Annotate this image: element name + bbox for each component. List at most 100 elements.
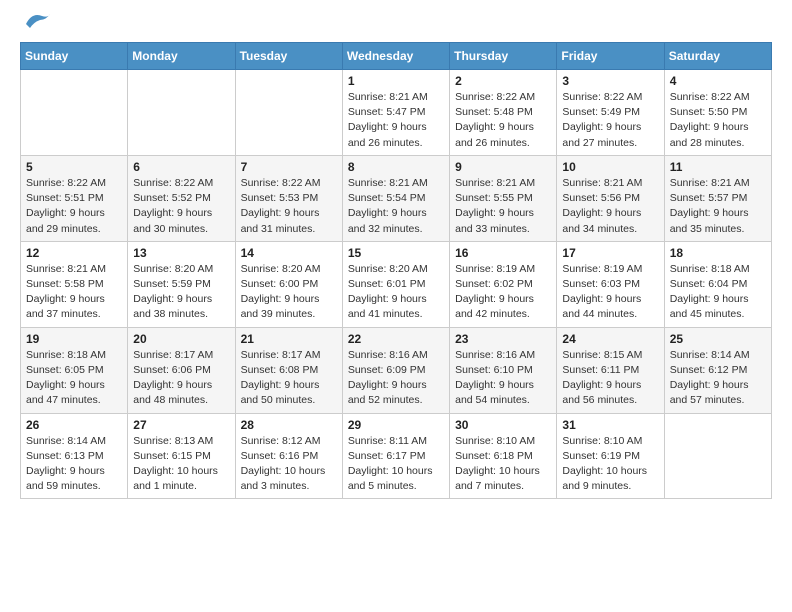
day-info: Sunrise: 8:22 AM Sunset: 5:48 PM Dayligh… [455,90,551,151]
calendar-header-sunday: Sunday [21,43,128,70]
calendar-header-wednesday: Wednesday [342,43,449,70]
day-info: Sunrise: 8:21 AM Sunset: 5:47 PM Dayligh… [348,90,444,151]
calendar-cell: 28Sunrise: 8:12 AM Sunset: 6:16 PM Dayli… [235,413,342,499]
calendar-cell: 13 Sunrise: 8:20 AM Sunset: 5:59 PM Dayli… [128,241,235,327]
calendar-week-row: 5 Sunrise: 8:22 AM Sunset: 5:51 PM Daylig… [21,155,772,241]
day-number: 9 [455,160,551,174]
day-number: 5 [26,160,122,174]
day-info: Sunrise: 8:21 AM Sunset: 5:55 PM Dayligh… [455,176,551,237]
calendar-cell: 7Sunrise: 8:22 AM Sunset: 5:53 PM Daylig… [235,155,342,241]
calendar-header-monday: Monday [128,43,235,70]
day-info: Sunrise: 8:19 AM Sunset: 6:02 PM Dayligh… [455,262,551,323]
calendar-header-row: SundayMondayTuesdayWednesdayThursdayFrid… [21,43,772,70]
calendar-cell: 30Sunrise: 8:10 AM Sunset: 6:18 PM Dayli… [450,413,557,499]
day-number: 18 [670,246,766,260]
day-number: 23 [455,332,551,346]
day-info: Sunrise: 8:21 AM Sunset: 5:56 PM Dayligh… [562,176,658,237]
day-number: 12 [26,246,122,260]
calendar-cell: 24 Sunrise: 8:15 AM Sunset: 6:11 PM Dayli… [557,327,664,413]
calendar-cell: 25 Sunrise: 8:14 AM Sunset: 6:12 PM Dayli… [664,327,771,413]
calendar-cell: 12 Sunrise: 8:21 AM Sunset: 5:58 PM Dayli… [21,241,128,327]
day-info: Sunrise: 8:22 AM Sunset: 5:51 PM Dayligh… [26,176,122,237]
day-info: Sunrise: 8:14 AM Sunset: 6:12 PM Dayligh… [670,348,766,409]
calendar-header-tuesday: Tuesday [235,43,342,70]
calendar-cell [128,70,235,156]
day-info: Sunrise: 8:10 AM Sunset: 6:18 PM Dayligh… [455,434,551,495]
day-info: Sunrise: 8:18 AM Sunset: 6:04 PM Dayligh… [670,262,766,323]
calendar-cell: 29 Sunrise: 8:11 AM Sunset: 6:17 PM Dayli… [342,413,449,499]
calendar-cell [664,413,771,499]
day-number: 7 [241,160,337,174]
calendar-cell: 27Sunrise: 8:13 AM Sunset: 6:15 PM Dayli… [128,413,235,499]
calendar-cell: 2 Sunrise: 8:22 AM Sunset: 5:48 PM Daylig… [450,70,557,156]
day-number: 19 [26,332,122,346]
day-info: Sunrise: 8:22 AM Sunset: 5:50 PM Dayligh… [670,90,766,151]
calendar-cell: 1 Sunrise: 8:21 AM Sunset: 5:47 PM Daylig… [342,70,449,156]
day-number: 27 [133,418,229,432]
day-number: 20 [133,332,229,346]
calendar-cell: 23 Sunrise: 8:16 AM Sunset: 6:10 PM Dayli… [450,327,557,413]
day-number: 26 [26,418,122,432]
calendar-cell: 4Sunrise: 8:22 AM Sunset: 5:50 PM Daylig… [664,70,771,156]
day-info: Sunrise: 8:22 AM Sunset: 5:52 PM Dayligh… [133,176,229,237]
calendar-cell: 21 Sunrise: 8:17 AM Sunset: 6:08 PM Dayli… [235,327,342,413]
day-info: Sunrise: 8:11 AM Sunset: 6:17 PM Dayligh… [348,434,444,495]
day-number: 25 [670,332,766,346]
calendar-cell: 16 Sunrise: 8:19 AM Sunset: 6:02 PM Dayli… [450,241,557,327]
calendar-cell: 10 Sunrise: 8:21 AM Sunset: 5:56 PM Dayli… [557,155,664,241]
calendar-cell: 22Sunrise: 8:16 AM Sunset: 6:09 PM Dayli… [342,327,449,413]
day-number: 16 [455,246,551,260]
day-number: 8 [348,160,444,174]
day-info: Sunrise: 8:17 AM Sunset: 6:08 PM Dayligh… [241,348,337,409]
day-info: Sunrise: 8:22 AM Sunset: 5:49 PM Dayligh… [562,90,658,151]
calendar-cell: 8 Sunrise: 8:21 AM Sunset: 5:54 PM Daylig… [342,155,449,241]
day-info: Sunrise: 8:16 AM Sunset: 6:09 PM Dayligh… [348,348,444,409]
day-number: 6 [133,160,229,174]
logo [20,18,52,32]
calendar-cell [21,70,128,156]
day-info: Sunrise: 8:20 AM Sunset: 6:00 PM Dayligh… [241,262,337,323]
day-number: 10 [562,160,658,174]
calendar: SundayMondayTuesdayWednesdayThursdayFrid… [20,42,772,499]
day-number: 13 [133,246,229,260]
calendar-header-thursday: Thursday [450,43,557,70]
calendar-cell: 18 Sunrise: 8:18 AM Sunset: 6:04 PM Dayli… [664,241,771,327]
day-info: Sunrise: 8:21 AM Sunset: 5:57 PM Dayligh… [670,176,766,237]
day-number: 15 [348,246,444,260]
day-info: Sunrise: 8:20 AM Sunset: 5:59 PM Dayligh… [133,262,229,323]
day-info: Sunrise: 8:21 AM Sunset: 5:54 PM Dayligh… [348,176,444,237]
day-number: 21 [241,332,337,346]
calendar-cell: 5 Sunrise: 8:22 AM Sunset: 5:51 PM Daylig… [21,155,128,241]
day-info: Sunrise: 8:15 AM Sunset: 6:11 PM Dayligh… [562,348,658,409]
header [20,18,772,32]
calendar-cell: 19Sunrise: 8:18 AM Sunset: 6:05 PM Dayli… [21,327,128,413]
calendar-cell [235,70,342,156]
calendar-cell: 14 Sunrise: 8:20 AM Sunset: 6:00 PM Dayli… [235,241,342,327]
day-number: 2 [455,74,551,88]
day-info: Sunrise: 8:19 AM Sunset: 6:03 PM Dayligh… [562,262,658,323]
day-number: 29 [348,418,444,432]
day-number: 1 [348,74,444,88]
day-number: 31 [562,418,658,432]
calendar-week-row: 19Sunrise: 8:18 AM Sunset: 6:05 PM Dayli… [21,327,772,413]
calendar-cell: 6 Sunrise: 8:22 AM Sunset: 5:52 PM Daylig… [128,155,235,241]
calendar-cell: 20 Sunrise: 8:17 AM Sunset: 6:06 PM Dayli… [128,327,235,413]
day-number: 24 [562,332,658,346]
day-info: Sunrise: 8:21 AM Sunset: 5:58 PM Dayligh… [26,262,122,323]
calendar-cell: 9 Sunrise: 8:21 AM Sunset: 5:55 PM Daylig… [450,155,557,241]
calendar-week-row: 1 Sunrise: 8:21 AM Sunset: 5:47 PM Daylig… [21,70,772,156]
page: SundayMondayTuesdayWednesdayThursdayFrid… [0,0,792,517]
calendar-week-row: 26 Sunrise: 8:14 AM Sunset: 6:13 PM Dayli… [21,413,772,499]
calendar-cell: 3Sunrise: 8:22 AM Sunset: 5:49 PM Daylig… [557,70,664,156]
calendar-cell: 17Sunrise: 8:19 AM Sunset: 6:03 PM Dayli… [557,241,664,327]
day-info: Sunrise: 8:20 AM Sunset: 6:01 PM Dayligh… [348,262,444,323]
calendar-cell: 15 Sunrise: 8:20 AM Sunset: 6:01 PM Dayli… [342,241,449,327]
calendar-header-saturday: Saturday [664,43,771,70]
day-info: Sunrise: 8:14 AM Sunset: 6:13 PM Dayligh… [26,434,122,495]
day-info: Sunrise: 8:17 AM Sunset: 6:06 PM Dayligh… [133,348,229,409]
calendar-header-friday: Friday [557,43,664,70]
calendar-cell: 26 Sunrise: 8:14 AM Sunset: 6:13 PM Dayli… [21,413,128,499]
day-number: 28 [241,418,337,432]
day-number: 14 [241,246,337,260]
day-info: Sunrise: 8:16 AM Sunset: 6:10 PM Dayligh… [455,348,551,409]
